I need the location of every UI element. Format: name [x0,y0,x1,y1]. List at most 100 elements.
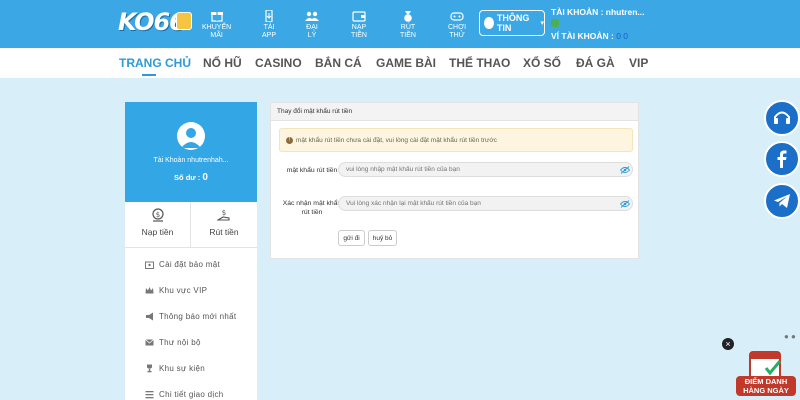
active-tab-indicator [142,74,156,76]
sidebar-item-announcements[interactable]: Thông báo mới nhất [125,303,257,329]
withdraw-hand-icon: $ [217,209,230,221]
sidebar-item-label: Khu sự kiện [159,363,206,373]
gift-icon [210,10,224,22]
nav-dai-ly-label: ĐẠI LÝ [306,24,318,39]
mainnav-vip[interactable]: VIP [629,56,648,70]
sidebar-item-label: Thư nội bộ [159,337,201,347]
sidebar-item-inbox[interactable]: Thư nội bộ [125,329,257,355]
mainnav-xo-so[interactable]: XỔ SỐ [523,56,561,70]
deposit-icon [352,10,366,22]
withdraw-password-input[interactable] [338,162,633,177]
mainnav-casino[interactable]: CASINO [255,56,302,70]
nav-khuyen-mai-label: KHUYẾN MÃI [202,24,232,39]
mainnav-trang-chu[interactable]: TRANG CHỦ [119,56,191,70]
deposit-button[interactable]: $ Nạp tiền [125,202,191,248]
close-badge-button[interactable]: × [722,338,734,350]
telegram-icon [774,194,790,208]
svg-text:$: $ [222,209,226,217]
confirm-password-label: Xác nhận mật khẩu rút tiền [282,200,342,216]
facebook-button[interactable] [764,141,800,177]
gamepad-icon [450,10,464,22]
mainnav-game-bai[interactable]: GAME BÀI [376,56,436,70]
nav-dai-ly[interactable]: ĐẠI LÝ [305,10,319,40]
daily-checkin-label: ĐIỂM DANH HÀNG NGÀY [736,376,796,396]
support-circle [764,100,800,136]
nav-choi-thu[interactable]: CHƠI THỬ [448,10,466,40]
hide-password-icon[interactable] [620,200,630,208]
sidebar-item-label: Thông báo mới nhất [159,311,237,321]
quick-actions: $ Nạp tiền $ Rút tiền [125,202,257,248]
info-button[interactable]: THÔNG TIN ▾ [479,10,545,36]
mail-icon [145,338,154,345]
hide-password-icon[interactable] [620,166,630,174]
svg-text:$: $ [155,211,159,219]
support-button[interactable] [764,100,800,136]
nav-rut-tien-label: RÚT TIỀN [400,24,416,39]
nav-choi-thu-label: CHƠI THỬ [448,24,467,39]
warning-alert: ! mật khẩu rút tiền chưa cài đặt, vui lò… [279,128,633,152]
facebook-circle [764,141,800,177]
withdraw-label: Rút tiền [209,227,239,237]
sidebar-item-label: Chi tiết giao dịch [159,389,224,399]
ko66-logo[interactable]: KO66 [118,8,186,36]
crown-icon [145,286,154,293]
profile-balance: Số dư : 0 [125,172,257,183]
withdraw-password-label: mật khẩu rút tiền [286,167,338,174]
balance-value: 0 [202,172,208,183]
nav-nap-tien[interactable]: NẠP TIỀN [351,10,367,40]
telegram-button[interactable] [764,183,800,219]
sidebar-item-label: Khu vực VIP [159,285,208,295]
sidebar-item-security[interactable]: Cài đặt bảo mật [125,251,257,277]
agent-icon [305,10,319,22]
balance-label: Số dư : [174,173,203,182]
megaphone-icon [146,312,153,320]
trophy-icon [147,364,152,372]
caret-down-icon: ▾ [540,20,544,27]
top-header: KO66 KHUYẾN MÃI TẢI APP ĐẠI LÝ NẠP TIỀN … [0,0,800,48]
security-settings-icon [145,261,154,269]
sidebar-item-transactions[interactable]: Chi tiết giao dịch [125,381,257,400]
carousel-dots[interactable]: ● ● [784,332,796,341]
facebook-icon [777,150,787,168]
sidebar-item-label: Cài đặt bảo mật [159,259,220,269]
wallet-balance: VÍ TÀI KHOẢN : 0 0 [551,31,628,41]
info-button-label: THÔNG TIN [496,13,530,33]
nav-tai-app[interactable]: TẢI APP [262,9,277,40]
deposit-label: Nạp tiền [141,227,174,237]
headset-icon [774,111,790,124]
nav-nap-tien-label: NẠP TIỀN [351,24,367,39]
panel-title: Thay đổi mật khẩu rút tiền [271,103,638,121]
change-withdraw-password-panel: Thay đổi mật khẩu rút tiền ! mật khẩu rú… [270,102,639,259]
download-app-icon [262,9,276,23]
account-status-icon [551,19,559,27]
confirm-password-input[interactable] [338,196,633,211]
profile-card: Tài Khoản nhutrenhah... Số dư : 0 [125,102,257,202]
warning-text: mật khẩu rút tiền chưa cài đặt, vui lòng… [296,136,497,144]
nav-khuyen-mai[interactable]: KHUYẾN MÃI [202,10,231,40]
mainnav-the-thao[interactable]: THỂ THAO [449,56,510,70]
logo-badge-icon [176,12,192,30]
wallet-value: 0 0 [616,31,629,41]
account-name: TÀI KHOẢN : nhutren... [551,7,645,17]
avatar-icon [177,122,205,150]
wallet-label: VÍ TÀI KHOẢN : [551,31,614,41]
mainnav-no-hu[interactable]: NỔ HŨ [203,56,242,70]
deposit-coin-icon: $ [151,208,164,222]
list-icon [145,390,154,398]
mainnav-da-ga[interactable]: ĐÁ GÀ [576,56,615,70]
telegram-circle [764,183,800,219]
nav-rut-tien[interactable]: RÚT TIỀN [400,10,416,40]
sidebar-item-vip[interactable]: Khu vực VIP [125,277,257,303]
main-navigation: TRANG CHỦ NỔ HŨ CASINO BẮN CÁ GAME BÀI T… [0,48,800,78]
submit-button[interactable]: gửi đi [338,230,365,246]
mainnav-ban-ca[interactable]: BẮN CÁ [315,56,362,70]
profile-username: Tài Khoản nhutrenhah... [153,157,229,164]
daily-checkin-badge[interactable]: ĐIỂM DANH HÀNG NGÀY [736,348,796,400]
cancel-button[interactable]: huỷ bỏ [368,230,397,246]
sidebar-item-events[interactable]: Khu sự kiện [125,355,257,381]
sidebar-menu: Cài đặt bảo mật Khu vực VIP Thông báo mớ… [125,248,257,400]
warning-icon: ! [286,136,293,144]
nav-tai-app-label: TẢI APP [262,24,277,39]
withdraw-icon [401,10,415,22]
withdraw-button[interactable]: $ Rút tiền [191,202,257,248]
